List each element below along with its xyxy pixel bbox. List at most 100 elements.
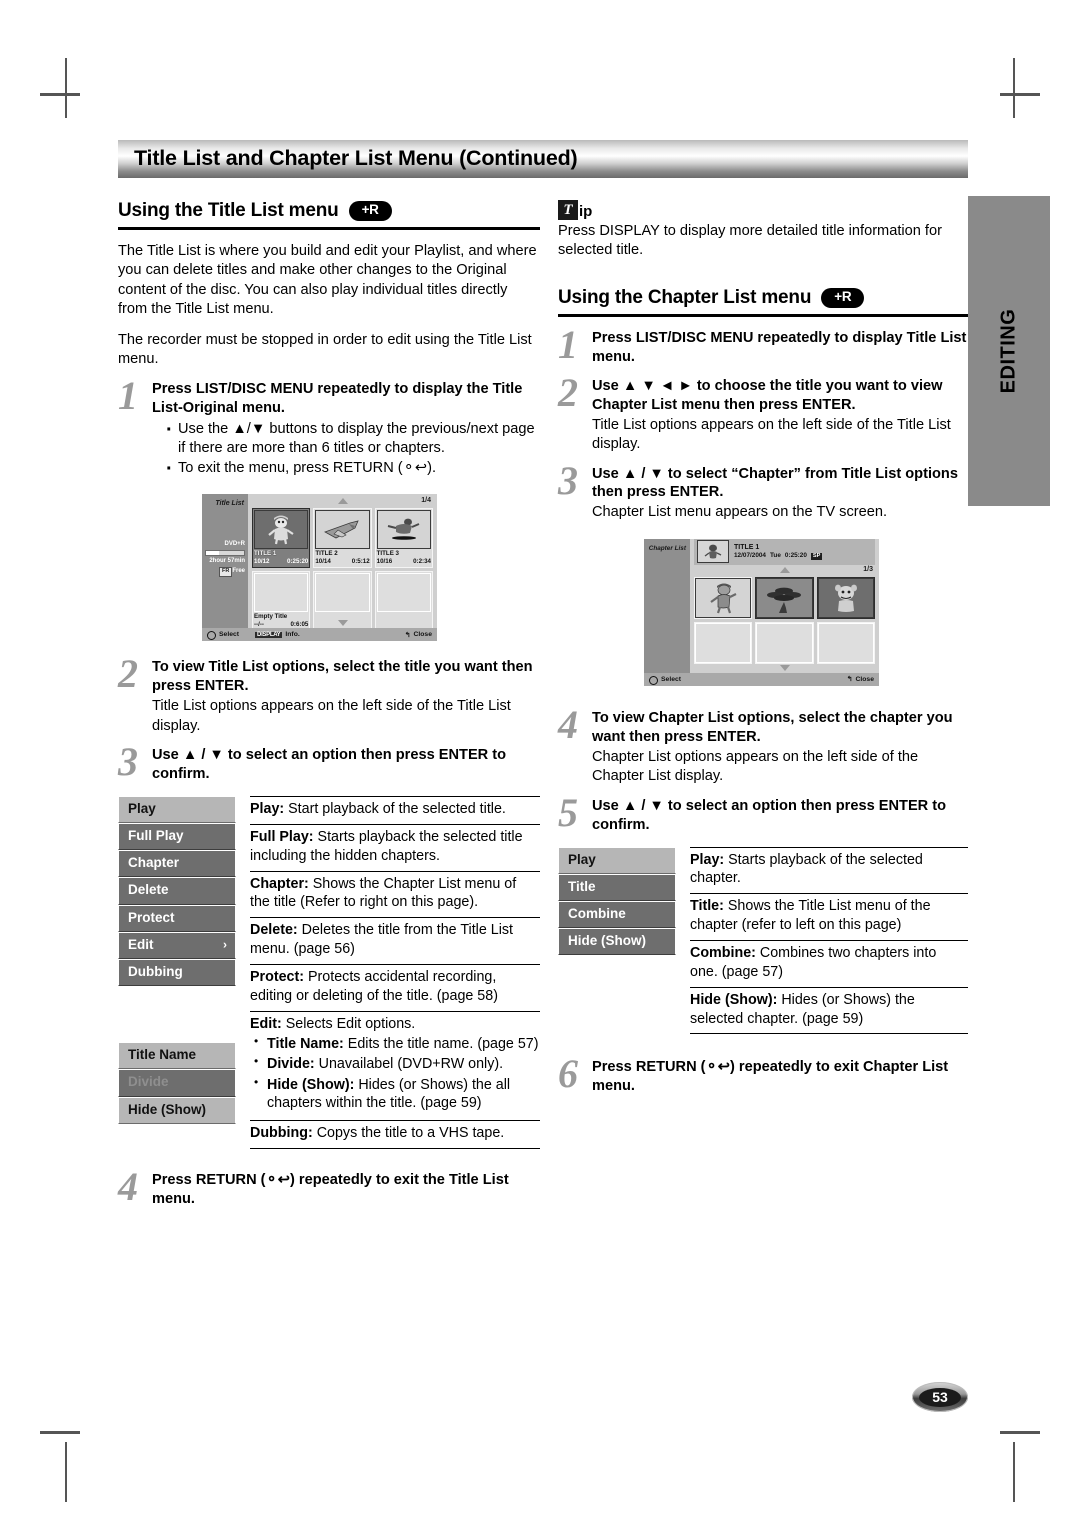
step-1-chapter-list: 1 Press LIST/DISC MENU repeatedly to dis…	[558, 324, 968, 367]
description-full-play: Full Play: Starts playback the selected …	[250, 823, 540, 871]
manual-page: Title List and Chapter List Menu (Contin…	[118, 140, 968, 1410]
description-term: Title Name:	[267, 1035, 344, 1052]
option-protect[interactable]: Protect	[118, 904, 236, 932]
list-item: To exit the menu, press RETURN (⚬↩).	[166, 456, 540, 482]
chapter-cell-3[interactable]	[816, 576, 875, 619]
tip-heading: T ip	[558, 200, 968, 220]
option-combine[interactable]: Combine	[558, 900, 676, 929]
submenu-divide: Divide	[118, 1069, 236, 1097]
scroll-down-arrow-icon[interactable]	[779, 664, 790, 671]
option-title[interactable]: Title	[558, 873, 676, 901]
step-subtext: Chapter List menu appears on the TV scre…	[592, 504, 888, 521]
chevron-right-icon: ›	[223, 938, 227, 953]
description-chapter: Chapter: Shows the Chapter List menu of …	[250, 870, 540, 918]
chapter-cell-6-empty[interactable]	[816, 621, 875, 664]
option-delete[interactable]: Delete	[118, 877, 236, 905]
description-hide-show: Hide (Show): Hides (or Shows) the all ch…	[254, 1075, 540, 1113]
chapter-header-title: TITLE 1	[734, 543, 760, 551]
osd-main-area: 1/4 TITLE 1 10/12 0:25:20 TITLE 2 10/14 …	[248, 494, 437, 642]
tip-label: ip	[579, 202, 593, 220]
description-protect: Protect: Protects accidental recording, …	[250, 963, 540, 1011]
step-heading: Use ▲ / ▼ to select “Chapter” from Title…	[592, 465, 958, 501]
step-number: 1	[558, 321, 578, 367]
title-cell-3[interactable]: TITLE 3 10/16 0:2:34	[374, 508, 433, 569]
step-number: 4	[118, 1163, 138, 1209]
description-term: Protect:	[250, 968, 305, 985]
chapter-cell-1[interactable]	[694, 576, 753, 619]
title-thumbnail	[254, 510, 309, 550]
option-hide-show[interactable]: Hide (Show)	[558, 928, 676, 956]
title-thumbnail	[315, 510, 370, 550]
osd-info-label: Info.	[285, 631, 300, 639]
description-text: Starts playback of the selected chapter.	[690, 851, 923, 887]
intro-paragraph-2: The recorder must be stopped in order to…	[118, 331, 532, 368]
chapter-cell-5-empty[interactable]	[755, 621, 814, 664]
scroll-up-arrow-icon[interactable]	[779, 566, 790, 573]
option-chapter[interactable]: Chapter	[118, 850, 236, 878]
step-4-title-list: 4 Press RETURN (⚬↩) repeatedly to exit t…	[118, 1166, 540, 1209]
cartoon-figure-icon	[268, 515, 294, 544]
description-edit: Edit: Selects Edit options. Title Name: …	[250, 1010, 540, 1120]
title-cell-1[interactable]: TITLE 1 10/12 0:25:20	[252, 508, 311, 569]
step-heading: Press LIST/DISC MENU repeatedly to displ…	[592, 329, 967, 365]
page-header-bar: Title List and Chapter List Menu (Contin…	[118, 140, 968, 178]
description-text: Unavailabel (DVD+RW only).	[314, 1056, 504, 1073]
page-number-text: 53	[919, 1387, 961, 1407]
two-column-layout: Using the Title List menu +R The Title L…	[118, 200, 968, 1215]
title-time: 0:5:12	[351, 557, 370, 565]
tip-icon: T	[558, 200, 578, 220]
chapter-cell-2[interactable]	[755, 576, 814, 619]
crop-mark-bottom-right-vertical	[1013, 1442, 1015, 1502]
option-dubbing[interactable]: Dubbing	[118, 959, 236, 987]
title-thumbnail-empty	[254, 573, 309, 613]
record-mode-badge: SP	[810, 552, 823, 561]
step-heading: Press LIST/DISC MENU repeatedly to displ…	[152, 381, 523, 417]
title-cell-6-empty[interactable]	[374, 571, 433, 632]
osd-close-label: Close	[413, 631, 432, 639]
description-dubbing: Dubbing: Copys the title to a VHS tape.	[250, 1119, 540, 1149]
step-heading: Use ▲ ▼ ◄ ► to choose the title you want…	[592, 377, 943, 413]
title-list-option-descriptions: Play: Start playback of the selected tit…	[236, 795, 540, 1149]
chapter-list-screenshot: Chapter List TITLE 1 12/07/2004 Tue 0:25…	[638, 532, 886, 693]
display-button-chip: DISPLAY	[255, 631, 283, 638]
chapter-cell-4-empty[interactable]	[694, 621, 753, 664]
description-divide: Divide: Unavailabel (DVD+RW only).	[254, 1054, 540, 1074]
title-date: 10/12	[254, 557, 270, 565]
chapter-thumbnail-empty	[756, 622, 813, 663]
enter-button-icon	[207, 631, 216, 641]
description-play: Play: Start playback of the selected tit…	[250, 795, 540, 824]
chapter-thumbnail	[695, 577, 752, 618]
option-play[interactable]: Play	[558, 846, 676, 874]
title-time: 0:6:05	[290, 620, 309, 628]
step-2-chapter-list: 2 Use ▲ ▼ ◄ ► to choose the title you wa…	[558, 372, 968, 455]
description-term: Play:	[250, 800, 285, 817]
title-time: 0:25:20	[287, 557, 309, 565]
osd-chapter-grid	[694, 576, 875, 664]
step-6-chapter-list: 6 Press RETURN (⚬↩) repeatedly to exit C…	[558, 1054, 968, 1096]
title-date: 10/14	[315, 557, 331, 565]
option-edit[interactable]: Edit ›	[118, 931, 236, 959]
side-tab-editing: EDITING	[968, 196, 1050, 506]
title-thumbnail	[376, 510, 431, 550]
section-heading-text: Using the Title List menu	[118, 200, 339, 221]
submenu-title-name[interactable]: Title Name	[118, 1042, 236, 1070]
crop-mark-bottom-right-horizontal	[1000, 1431, 1040, 1434]
left-column: Using the Title List menu +R The Title L…	[118, 200, 540, 1215]
option-play[interactable]: Play	[118, 795, 236, 824]
scroll-up-arrow-icon[interactable]	[337, 498, 348, 505]
option-full-play[interactable]: Full Play	[118, 823, 236, 851]
submenu-hide-show[interactable]: Hide (Show)	[118, 1096, 236, 1124]
step-heading: Use ▲ / ▼ to select an option then press…	[592, 797, 947, 833]
title-cell-2[interactable]: TITLE 2 10/14 0:5:12	[313, 508, 372, 569]
chapter-thumbnail-empty	[817, 622, 874, 663]
scroll-down-arrow-icon[interactable]	[337, 620, 348, 627]
chapter-thumbnail	[756, 577, 813, 618]
description-play: Play: Starts playback of the selected ch…	[690, 846, 968, 894]
osd-chapter-header: TITLE 1 12/07/2004 Tue 0:25:20 SP	[694, 538, 875, 565]
title-name: TITLE 2	[315, 550, 338, 558]
intro-paragraph-1: The Title List is where you build and ed…	[118, 243, 537, 318]
title-cell-4[interactable]: Empty Title --/-- 0:6:05	[252, 571, 311, 632]
osd-select-label: Select	[661, 675, 682, 683]
title-list-options-block: Play Full Play Chapter Delete Protect Ed…	[118, 795, 540, 1149]
osd-chapter-list-label: Chapter List	[648, 544, 686, 552]
